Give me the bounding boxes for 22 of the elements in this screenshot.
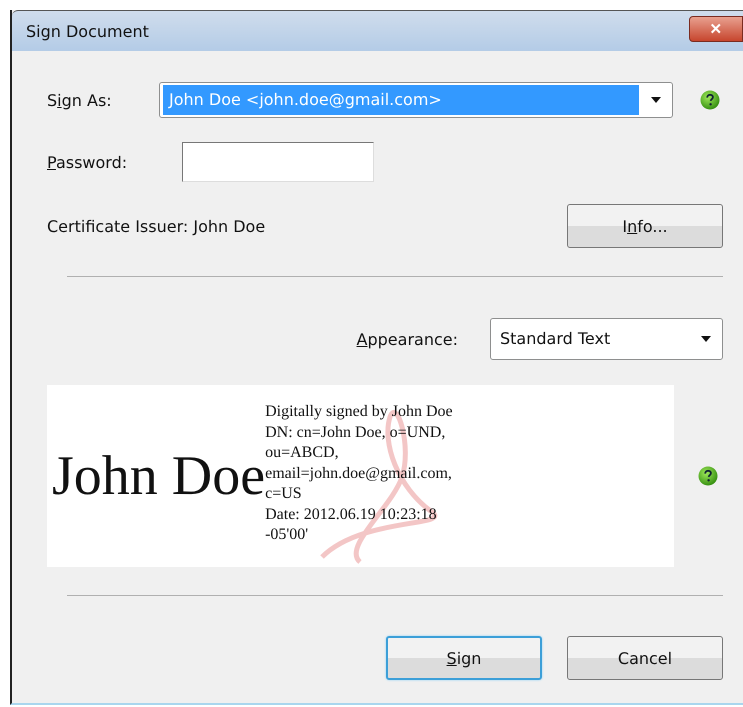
signature-detail-line: -05'00'	[265, 525, 310, 546]
appearance-dropdown[interactable]: Standard Text	[490, 318, 723, 360]
sign-button[interactable]: Sign	[386, 636, 542, 680]
window-title: Sign Document	[26, 22, 149, 40]
appearance-label: Appearance:	[356, 330, 458, 348]
signature-detail-line: email=john.doe@gmail.com,	[265, 464, 453, 484]
signature-detail-line: Digitally signed by John Doe	[265, 402, 453, 422]
sign-as-label: Sign As:	[47, 90, 113, 110]
caret-icon	[701, 336, 711, 342]
signature-detail-line: Date: 2012.06.19 10:23:18	[265, 504, 438, 525]
signature-detail-line: c=US	[265, 484, 303, 504]
certificate-issuer-text: Certificate Issuer: John Doe	[47, 216, 266, 236]
cancel-button[interactable]: Cancel	[567, 636, 723, 680]
info-button[interactable]: Info...	[567, 204, 723, 248]
password-field[interactable]	[182, 142, 374, 182]
signature-detail-line: DN: cn=John Doe, o=UND,	[265, 422, 446, 443]
signature-name: John Doe	[52, 444, 266, 508]
caret-icon	[651, 97, 661, 103]
password-label: Password:	[47, 152, 128, 172]
help-icon[interactable]	[698, 466, 718, 486]
help-icon[interactable]	[700, 90, 720, 110]
signature-detail-line: ou=ABCD,	[265, 443, 340, 464]
